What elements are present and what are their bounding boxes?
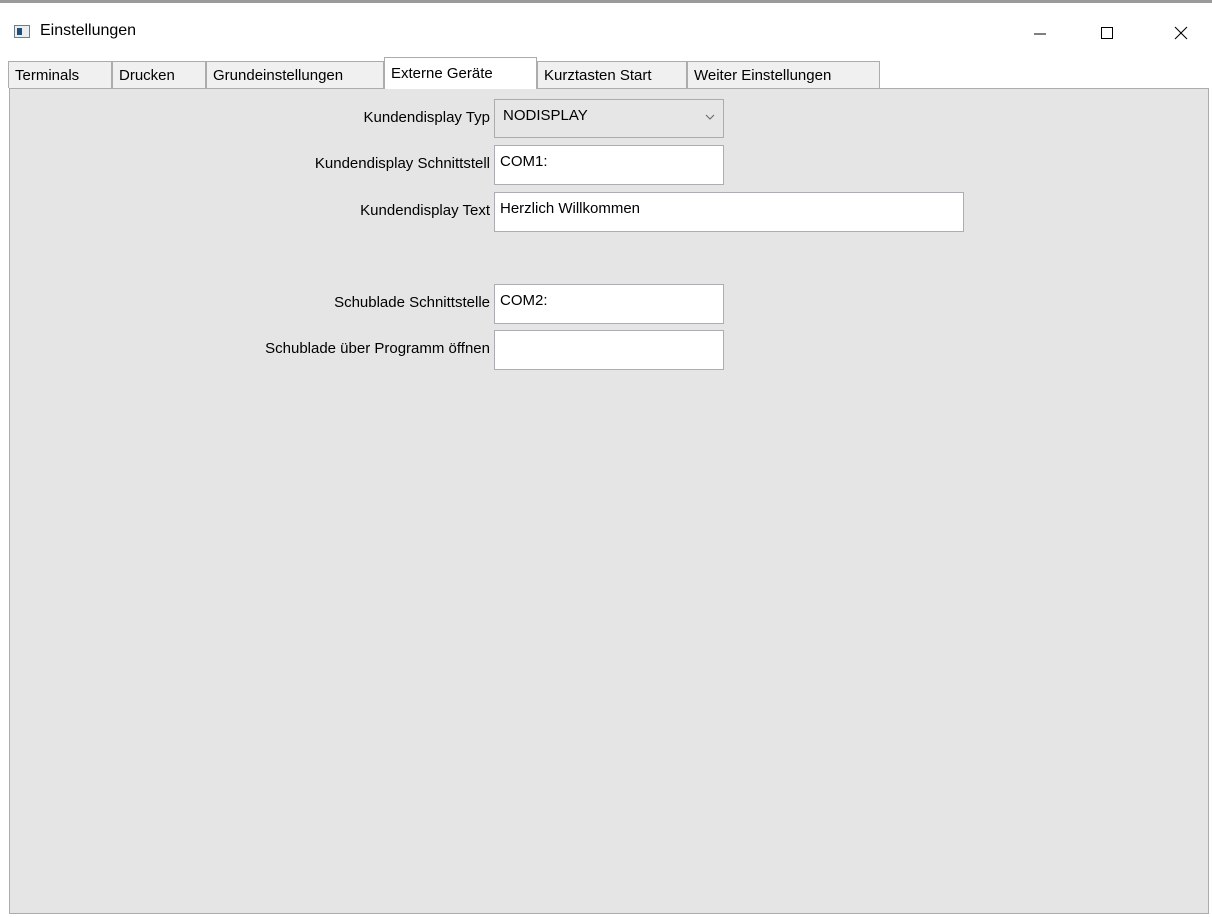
minimize-button[interactable] <box>1017 16 1063 50</box>
tab-drucken[interactable]: Drucken <box>112 61 206 88</box>
maximize-button[interactable] <box>1084 16 1130 50</box>
display-type-label: Kundendisplay Typ <box>363 109 490 126</box>
drawer-port-label: Schublade Schnittstelle <box>334 294 490 311</box>
display-port-field[interactable]: COM1: <box>494 145 724 185</box>
drawer-open-label: Schublade über Programm öffnen <box>265 340 490 357</box>
maximize-icon <box>1101 27 1113 39</box>
tab-kurztasten-start[interactable]: Kurztasten Start <box>537 61 687 88</box>
close-icon <box>1174 26 1188 40</box>
display-type-select[interactable]: NODISPLAY <box>494 99 724 138</box>
app-window-icon <box>14 25 30 38</box>
tab-terminals[interactable]: Terminals <box>8 61 112 88</box>
title-bar[interactable]: Einstellungen <box>0 3 1212 56</box>
display-text-field[interactable]: Herzlich Willkommen <box>494 192 964 232</box>
drawer-open-field[interactable] <box>494 330 724 370</box>
window-title: Einstellungen <box>40 22 137 39</box>
display-type-value: NODISPLAY <box>503 107 588 124</box>
tab-weiter-einstellungen[interactable]: Weiter Einstellungen <box>687 61 880 88</box>
display-port-label: Kundendisplay Schnittstell <box>314 155 490 172</box>
tab-panel-externe-geraete: Kundendisplay Typ NODISPLAY Kundendispla… <box>9 88 1209 914</box>
tab-externe-geraete[interactable]: Externe Geräte <box>384 57 537 89</box>
tab-grundeinstellungen[interactable]: Grundeinstellungen <box>206 61 384 88</box>
close-button[interactable] <box>1158 16 1204 50</box>
chevron-down-icon <box>705 114 715 120</box>
minimize-icon <box>1034 33 1046 35</box>
display-text-label: Kundendisplay Text <box>360 202 490 219</box>
drawer-port-field[interactable]: COM2: <box>494 284 724 324</box>
